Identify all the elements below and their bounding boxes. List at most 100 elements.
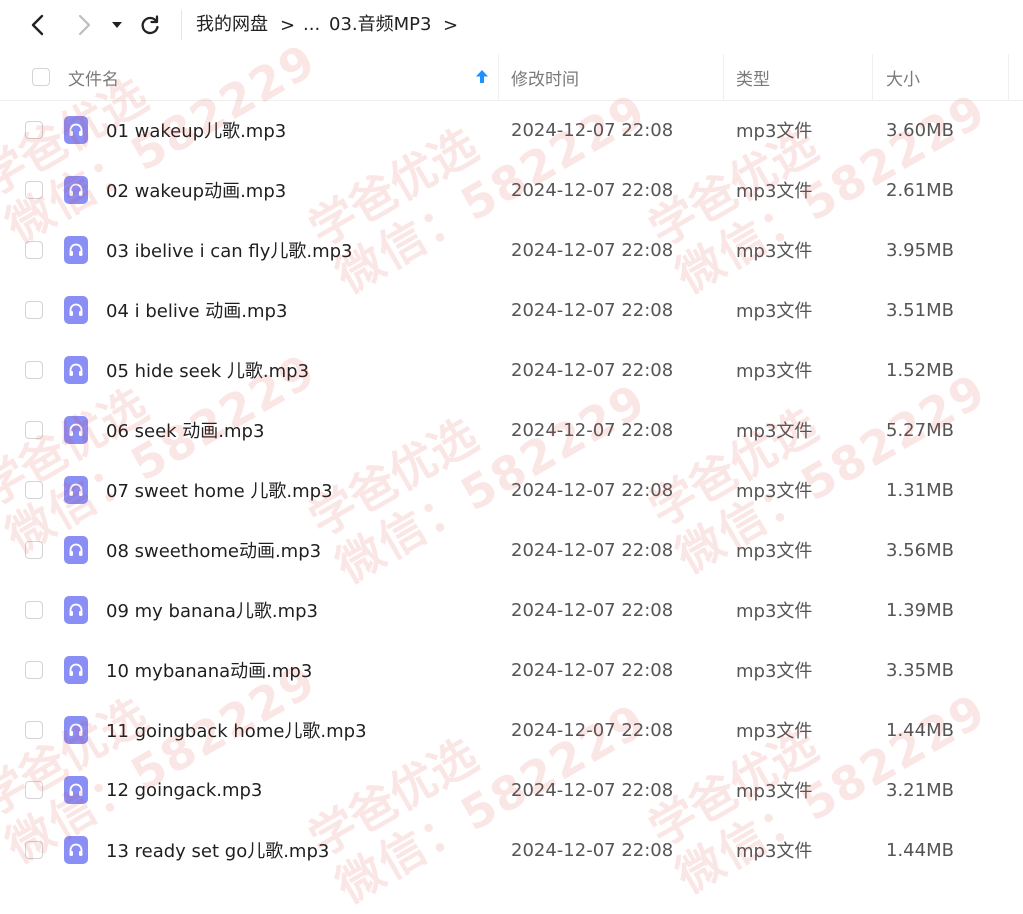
audio-file-icon <box>64 176 88 204</box>
table-row[interactable]: 11 goingback home儿歌.mp3 2024-12-07 22:08 m… <box>0 700 1023 760</box>
row-checkbox[interactable] <box>25 421 43 439</box>
table-row[interactable]: 12 goingack.mp3 2024-12-07 22:08 mp3文件 3.21… <box>0 760 1023 820</box>
header-name[interactable]: 文件名 <box>68 54 119 100</box>
breadcrumb-ellipsis[interactable]: ... <box>303 12 320 38</box>
column-divider[interactable] <box>872 54 873 100</box>
breadcrumb-root[interactable]: 我的网盘 <box>196 12 268 38</box>
file-name[interactable]: 11 goingback home儿歌.mp3 <box>106 700 367 760</box>
table-row[interactable]: 02 wakeup动画.mp3 2024-12-07 22:08 mp3文件 2.61… <box>0 160 1023 220</box>
table-row[interactable]: 07 sweet home 儿歌.mp3 2024-12-07 22:08 mp3文… <box>0 460 1023 520</box>
row-checkbox[interactable] <box>25 661 43 679</box>
table-row[interactable]: 13 ready set go儿歌.mp3 2024-12-07 22:08 mp3… <box>0 820 1023 880</box>
file-type: mp3文件 <box>736 241 813 262</box>
file-modified: 2024-12-07 22:08 <box>511 539 674 561</box>
back-button[interactable] <box>21 8 55 42</box>
row-checkbox[interactable] <box>25 301 43 319</box>
chevron-right-icon <box>78 14 91 36</box>
file-size: 1.31MB <box>886 479 954 501</box>
headphones-icon <box>69 483 83 496</box>
row-checkbox[interactable] <box>25 601 43 619</box>
file-name[interactable]: 09 my banana儿歌.mp3 <box>106 580 318 640</box>
audio-file-icon <box>64 716 88 744</box>
file-modified: 2024-12-07 22:08 <box>511 179 674 201</box>
forward-button[interactable] <box>67 8 101 42</box>
audio-file-icon <box>64 236 88 264</box>
file-name[interactable]: 03 ibelive i can fly儿歌.mp3 <box>106 220 352 280</box>
file-name[interactable]: 08 sweethome动画.mp3 <box>106 520 321 580</box>
headphones-icon <box>69 723 83 736</box>
table-row[interactable]: 10 mybanana动画.mp3 2024-12-07 22:08 mp3文件 3.… <box>0 640 1023 700</box>
file-modified: 2024-12-07 22:08 <box>511 239 674 261</box>
chevron-left-icon <box>31 14 44 36</box>
file-modified: 2024-12-07 22:08 <box>511 839 674 861</box>
file-name[interactable]: 07 sweet home 儿歌.mp3 <box>106 460 333 520</box>
row-checkbox[interactable] <box>25 241 43 259</box>
header-modified[interactable]: 修改时间 <box>511 54 579 100</box>
history-dropdown-button[interactable] <box>102 8 132 42</box>
table-row[interactable]: 01 wakeup儿歌.mp3 2024-12-07 22:08 mp3文件 3.60… <box>0 100 1023 160</box>
file-name[interactable]: 10 mybanana动画.mp3 <box>106 640 312 700</box>
file-size: 3.95MB <box>886 239 954 261</box>
headphones-icon <box>69 123 83 136</box>
nav-divider <box>181 10 182 40</box>
column-divider[interactable] <box>723 54 724 100</box>
audio-file-icon <box>64 416 88 444</box>
table-row[interactable]: 05 hide seek 儿歌.mp3 2024-12-07 22:08 mp3文件… <box>0 340 1023 400</box>
file-name[interactable]: 02 wakeup动画.mp3 <box>106 160 286 220</box>
column-divider[interactable] <box>1008 54 1009 100</box>
headphones-icon <box>69 663 83 676</box>
table-row[interactable]: 09 my banana儿歌.mp3 2024-12-07 22:08 mp3文件 1… <box>0 580 1023 640</box>
file-name[interactable]: 06 seek 动画.mp3 <box>106 400 264 460</box>
caret-down-icon <box>112 22 122 28</box>
file-name[interactable]: 04 i belive 动画.mp3 <box>106 280 287 340</box>
file-type: mp3文件 <box>736 481 813 502</box>
select-all-checkbox[interactable] <box>32 68 50 86</box>
row-checkbox[interactable] <box>25 841 43 859</box>
row-checkbox[interactable] <box>25 721 43 739</box>
file-modified: 2024-12-07 22:08 <box>511 719 674 741</box>
header-size[interactable]: 大小 <box>886 54 920 100</box>
audio-file-icon <box>64 596 88 624</box>
file-modified: 2024-12-07 22:08 <box>511 359 674 381</box>
table-row[interactable]: 06 seek 动画.mp3 2024-12-07 22:08 mp3文件 5.27M… <box>0 400 1023 460</box>
row-checkbox[interactable] <box>25 361 43 379</box>
headphones-icon <box>69 603 83 616</box>
headphones-icon <box>69 303 83 316</box>
file-size: 1.44MB <box>886 839 954 861</box>
file-size: 3.51MB <box>886 299 954 321</box>
row-checkbox[interactable] <box>25 481 43 499</box>
file-type: mp3文件 <box>736 421 813 442</box>
row-checkbox[interactable] <box>25 541 43 559</box>
file-modified: 2024-12-07 22:08 <box>511 659 674 681</box>
file-size: 1.44MB <box>886 719 954 741</box>
file-size: 5.27MB <box>886 419 954 441</box>
header-type[interactable]: 类型 <box>736 54 770 100</box>
row-checkbox[interactable] <box>25 781 43 799</box>
file-type: mp3文件 <box>736 841 813 862</box>
file-modified: 2024-12-07 22:08 <box>511 299 674 321</box>
file-name[interactable]: 12 goingack.mp3 <box>106 760 262 820</box>
audio-file-icon <box>64 656 88 684</box>
file-type: mp3文件 <box>736 601 813 622</box>
table-row[interactable]: 08 sweethome动画.mp3 2024-12-07 22:08 mp3文件 3… <box>0 520 1023 580</box>
file-type: mp3文件 <box>736 361 813 382</box>
breadcrumb-current[interactable]: 03.音频MP3 <box>329 12 431 38</box>
table-header: 文件名 修改时间 类型 大小 <box>0 54 1023 101</box>
file-type: mp3文件 <box>736 121 813 142</box>
file-name[interactable]: 13 ready set go儿歌.mp3 <box>106 820 329 880</box>
file-list: 01 wakeup儿歌.mp3 2024-12-07 22:08 mp3文件 3.60… <box>0 100 1023 880</box>
file-name[interactable]: 05 hide seek 儿歌.mp3 <box>106 340 309 400</box>
sort-button[interactable] <box>475 54 489 100</box>
file-modified: 2024-12-07 22:08 <box>511 779 674 801</box>
audio-file-icon <box>64 356 88 384</box>
refresh-button[interactable] <box>133 8 167 42</box>
navigation-bar: 我的网盘 > ... 03.音频MP3 > <box>0 0 1023 50</box>
file-name[interactable]: 01 wakeup儿歌.mp3 <box>106 100 286 160</box>
table-row[interactable]: 04 i belive 动画.mp3 2024-12-07 22:08 mp3文件 3… <box>0 280 1023 340</box>
row-checkbox[interactable] <box>25 181 43 199</box>
column-divider[interactable] <box>498 54 499 100</box>
file-size: 3.21MB <box>886 779 954 801</box>
row-checkbox[interactable] <box>25 121 43 139</box>
audio-file-icon <box>64 476 88 504</box>
table-row[interactable]: 03 ibelive i can fly儿歌.mp3 2024-12-07 22:… <box>0 220 1023 280</box>
